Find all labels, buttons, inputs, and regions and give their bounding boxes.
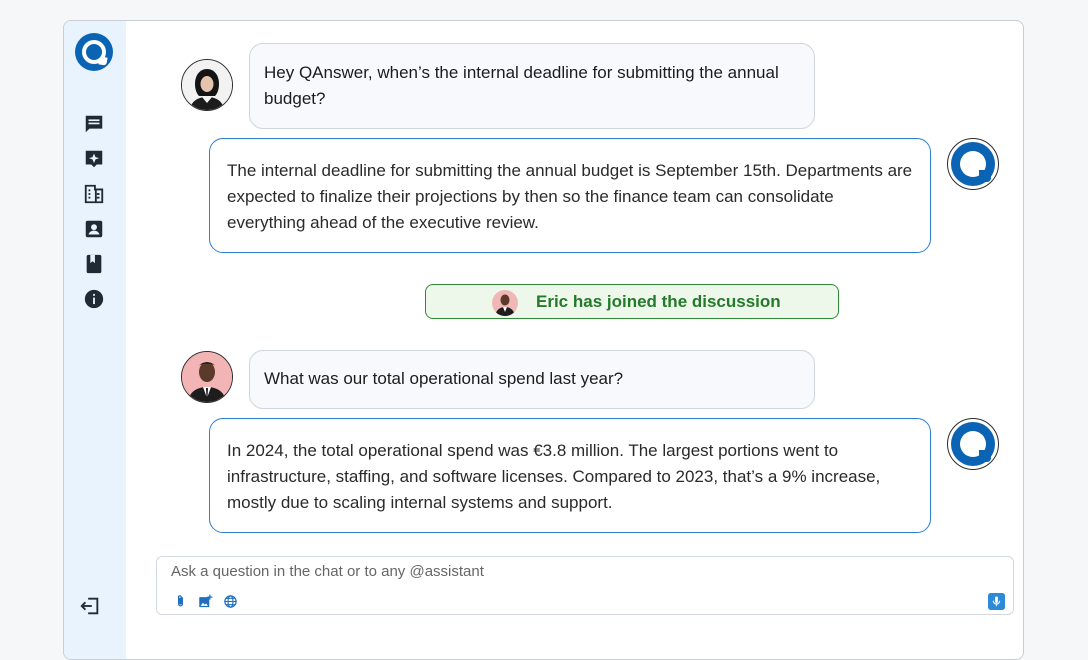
image-add-icon[interactable]: [198, 594, 213, 609]
assistant-avatar-icon: [947, 138, 999, 190]
join-text: Eric has joined the discussion: [536, 291, 781, 311]
assistant-avatar-icon: [947, 418, 999, 470]
building-icon[interactable]: [83, 183, 105, 205]
sparkle-icon[interactable]: [83, 148, 105, 170]
woman-avatar: [181, 59, 233, 111]
message-composer: [156, 556, 1014, 615]
book-icon[interactable]: [83, 253, 105, 275]
message-text: What was our total operational spend las…: [264, 369, 624, 388]
composer-tools: [173, 594, 238, 609]
user-message-bubble: What was our total operational spend las…: [249, 350, 815, 409]
globe-icon[interactable]: [223, 594, 238, 609]
sidebar: [64, 21, 126, 659]
chat-window: Hey QAnswer, when’s the internal deadlin…: [63, 20, 1024, 660]
message-text: In 2024, the total operational spend was…: [227, 441, 881, 512]
paperclip-icon[interactable]: [173, 594, 188, 609]
microphone-icon[interactable]: [988, 593, 1005, 610]
logout-icon[interactable]: [79, 595, 101, 617]
message-input[interactable]: [171, 561, 971, 581]
man-avatar: [492, 290, 518, 316]
qanswer-logo-icon[interactable]: [75, 33, 113, 71]
sidebar-nav: [83, 113, 105, 323]
man-avatar: [181, 351, 233, 403]
assistant-message-bubble: The internal deadline for submitting the…: [209, 138, 931, 253]
message-text: Hey QAnswer, when’s the internal deadlin…: [264, 63, 779, 108]
contact-icon[interactable]: [83, 218, 105, 240]
info-icon[interactable]: [83, 288, 105, 310]
user-message-bubble: Hey QAnswer, when’s the internal deadlin…: [249, 43, 815, 129]
participant-joined-notice: Eric has joined the discussion: [425, 284, 839, 319]
chat-icon[interactable]: [83, 113, 105, 135]
assistant-message-bubble: In 2024, the total operational spend was…: [209, 418, 931, 533]
message-text: The internal deadline for submitting the…: [227, 161, 913, 232]
